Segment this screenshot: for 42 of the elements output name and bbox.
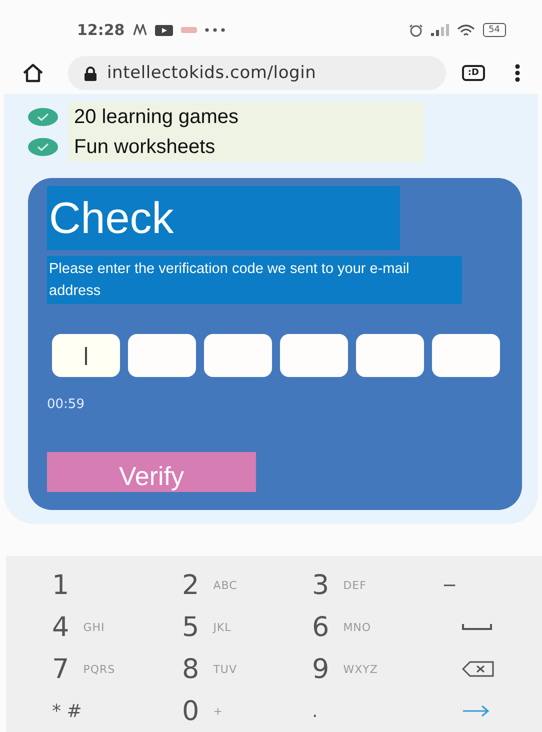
code-input[interactable] <box>356 334 424 377</box>
signal-icon <box>430 24 449 36</box>
keyboard-key[interactable]: 9 WXYZ <box>312 648 442 690</box>
alarm-icon <box>408 24 423 36</box>
keyboard-key[interactable]: 5 JKL <box>182 606 312 648</box>
keyboard-key[interactable]: 7 PQRS <box>52 648 182 690</box>
menu-icon[interactable] <box>515 64 520 82</box>
feature-label: 20 learning games <box>68 102 424 132</box>
keyboard-key[interactable]: 8 TUV <box>182 648 312 690</box>
arrow-right-icon <box>462 705 490 717</box>
feature-label: Fun worksheets <box>68 132 424 162</box>
battery-indicator: 54 <box>482 23 506 37</box>
lock-icon <box>84 66 97 80</box>
keyboard-key[interactable]: . <box>312 690 442 732</box>
more-icon <box>204 28 225 32</box>
address-bar[interactable]: intellectokids.com/login <box>68 56 446 90</box>
url-text: intellectokids.com/login <box>107 63 316 83</box>
countdown-timer: 00:59 <box>47 397 86 412</box>
keyboard-key[interactable]: 0 + <box>182 690 312 732</box>
code-input[interactable] <box>128 334 196 377</box>
code-input[interactable] <box>204 334 272 377</box>
code-input[interactable] <box>432 334 500 377</box>
video-icon <box>154 24 173 36</box>
notification-icon <box>180 26 197 34</box>
tab-switcher[interactable]: :D <box>462 65 485 81</box>
space-icon <box>462 624 492 630</box>
keyboard-key[interactable]: * # <box>52 690 182 732</box>
wifi-icon <box>456 24 475 36</box>
keyboard-key[interactable]: 3 DEF <box>312 564 442 606</box>
keyboard-key[interactable]: 1 <box>52 564 182 606</box>
status-time: 12:28 <box>77 21 125 39</box>
keyboard-key[interactable]: − <box>442 564 542 606</box>
card-title: Check <box>47 186 400 250</box>
m-app-icon <box>132 24 147 36</box>
backspace-icon <box>462 661 494 677</box>
home-icon[interactable] <box>22 63 44 83</box>
instructions-text: Please enter the verification code we sent to your e-mail address <box>47 256 462 304</box>
code-input[interactable] <box>52 334 120 377</box>
keyboard-key[interactable]: 4 GHI <box>52 606 182 648</box>
keyboard-key[interactable]: 2 ABC <box>182 564 312 606</box>
code-input[interactable] <box>280 334 348 377</box>
keyboard-key[interactable]: 6 MNO <box>312 606 442 648</box>
